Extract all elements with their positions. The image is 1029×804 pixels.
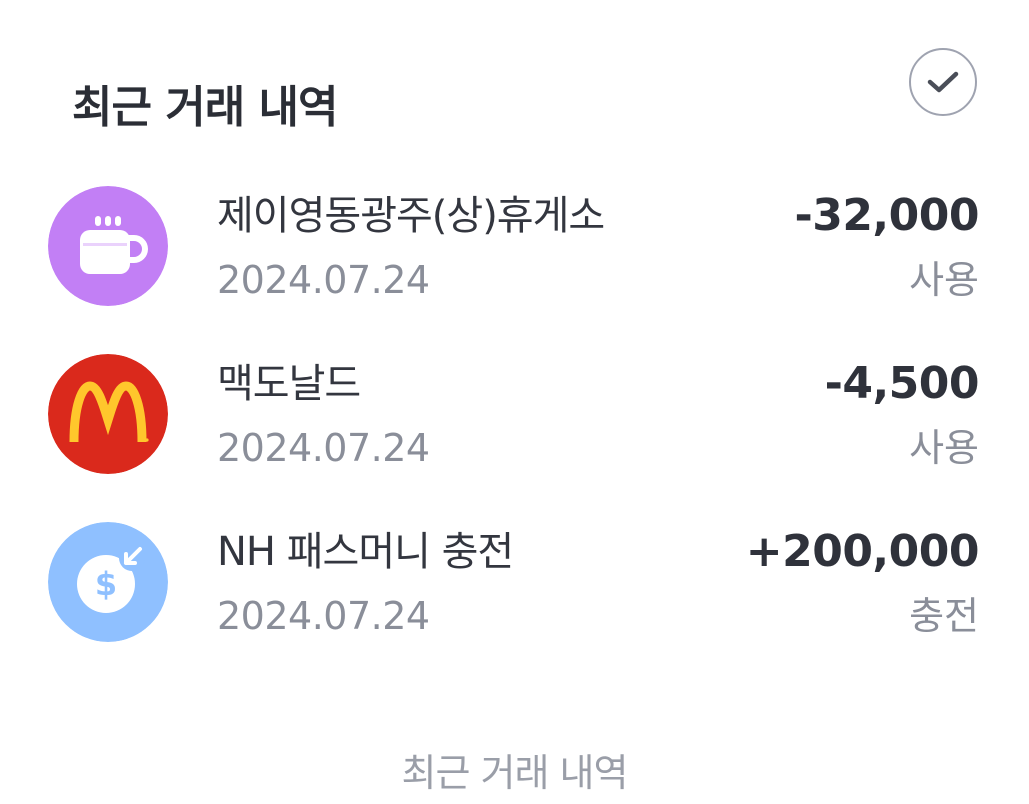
transaction-type: 충전 [909, 594, 979, 638]
transaction-type: 사용 [909, 426, 979, 470]
transaction-name: NH 패스머니 충전 [217, 529, 514, 575]
transaction-amount: -4,500 [824, 358, 980, 409]
coffee-cup-icon [48, 186, 168, 306]
transaction-list: 제이영동광주(상)휴게소 2024.07.24 -32,000 사용 맥도날드 … [0, 180, 1029, 684]
transaction-date: 2024.07.24 [217, 258, 430, 302]
transaction-row[interactable]: $ NH 패스머니 충전 2024.07.24 +200,000 충전 [0, 516, 1029, 684]
transaction-date: 2024.07.24 [217, 426, 430, 470]
check-icon [927, 71, 959, 93]
transaction-row[interactable]: 제이영동광주(상)휴게소 2024.07.24 -32,000 사용 [0, 180, 1029, 348]
recent-transactions-screen: 최근 거래 내역 제이영동광주(상)휴게소 2024.07.24 -32,000… [0, 0, 1029, 804]
recent-transactions-link[interactable]: 최근 거래 내역 [0, 748, 1029, 798]
svg-text:$: $ [95, 565, 117, 603]
transaction-date: 2024.07.24 [217, 594, 430, 638]
mcdonalds-logo-icon [48, 354, 168, 474]
transaction-type: 사용 [909, 258, 979, 302]
transaction-amount: -32,000 [794, 190, 979, 241]
transaction-amount: +200,000 [745, 526, 980, 577]
money-charge-icon: $ [48, 522, 168, 642]
transaction-name: 맥도날드 [217, 361, 361, 407]
transaction-row[interactable]: 맥도날드 2024.07.24 -4,500 사용 [0, 348, 1029, 516]
check-button[interactable] [909, 48, 977, 116]
page-title: 최근 거래 내역 [72, 82, 339, 133]
transaction-name: 제이영동광주(상)휴게소 [217, 193, 605, 239]
